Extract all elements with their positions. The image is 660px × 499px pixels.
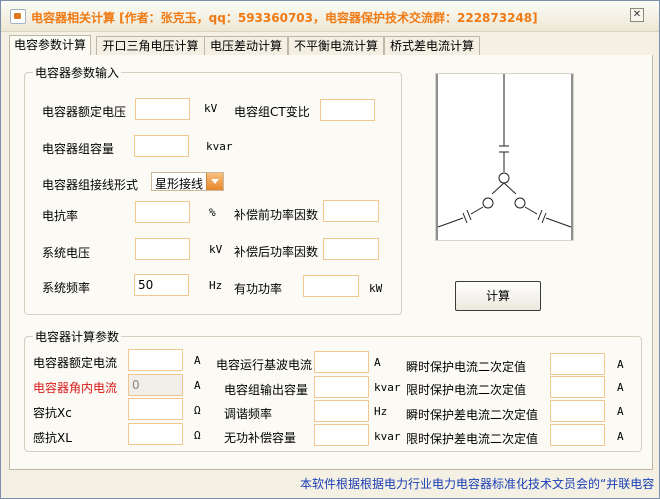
scrolling-notice: 本软件根据根据电力行业电力电容器标准化技术文员会的“并联电容	[300, 477, 655, 491]
timed-current-setting-label: 限时保护电流二次定值	[406, 383, 527, 397]
capacity-label: 电容器组容量	[42, 142, 115, 156]
xc-label: 容抗Xc	[33, 406, 72, 420]
inst-diff-setting-label: 瞬时保护差电流二次定值	[406, 408, 539, 422]
ct-ratio-input[interactable]	[320, 99, 375, 121]
xc-output[interactable]	[128, 398, 183, 420]
close-button[interactable]: ✕	[630, 8, 644, 22]
angle-current-unit: A	[194, 379, 201, 392]
angle-current-label: 电容器角内电流	[33, 381, 118, 395]
system-freq-unit: Hz	[209, 279, 223, 292]
system-voltage-input[interactable]	[135, 238, 190, 260]
pf-before-label: 补偿前功率因数	[234, 208, 319, 222]
pf-after-label: 补偿后功率因数	[234, 245, 319, 259]
tab-capacitor-params[interactable]: 电容参数计算	[9, 35, 91, 56]
rated-voltage-input[interactable]	[135, 98, 190, 120]
tuning-freq-output[interactable]	[314, 400, 369, 422]
reactance-rate-input[interactable]	[135, 201, 190, 223]
output-capacity-label: 电容组输出容量	[224, 383, 309, 397]
reactance-rate-unit: %	[209, 206, 216, 219]
fundamental-current-label: 电容运行基波电流	[216, 358, 313, 372]
rated-current-output[interactable]	[128, 349, 183, 371]
active-power-label: 有功功率	[234, 282, 283, 296]
timed-current-setting-output[interactable]	[550, 376, 605, 398]
app-icon	[10, 9, 26, 24]
reactance-rate-label: 电抗率	[42, 209, 79, 223]
wiring-diagram	[435, 73, 574, 241]
timed-diff-setting-label: 限时保护差电流二次定值	[406, 432, 539, 446]
active-power-input[interactable]	[303, 275, 359, 297]
close-icon: ✕	[632, 9, 642, 20]
inst-diff-setting-unit: A	[617, 405, 624, 418]
tab-unbalanced-current[interactable]: 不平衡电流计算	[288, 36, 384, 55]
reactive-comp-output[interactable]	[314, 424, 369, 446]
timed-diff-setting-output[interactable]	[550, 424, 605, 446]
pf-before-input[interactable]	[323, 200, 379, 222]
fundamental-current-output[interactable]	[314, 351, 369, 373]
tuning-freq-label: 调谐频率	[224, 407, 273, 421]
tab-bar: 电容参数计算 开口三角电压计算 电压差动计算 不平衡电流计算 桥式差电流计算	[9, 35, 649, 56]
tuning-freq-unit: Hz	[374, 405, 388, 418]
system-voltage-unit: kV	[209, 243, 223, 256]
chevron-down-icon[interactable]	[206, 173, 223, 190]
rated-current-label: 电容器额定电流	[33, 356, 118, 370]
rated-voltage-label: 电容器额定电压	[42, 105, 127, 119]
capacity-input[interactable]	[134, 135, 189, 157]
system-freq-label: 系统频率	[42, 281, 91, 295]
xl-output[interactable]	[128, 423, 183, 445]
tab-open-delta-voltage[interactable]: 开口三角电压计算	[96, 36, 205, 55]
pf-after-input[interactable]	[323, 238, 379, 260]
title-bar[interactable]: 电容器相关计算 [作者：张克玉，qq：593360703，电容器保护技术交流群：…	[1, 1, 659, 32]
wiring-label: 电容器组接线形式	[42, 178, 139, 192]
inst-current-setting-output[interactable]	[550, 353, 605, 375]
xl-label: 感抗XL	[33, 431, 72, 445]
active-power-unit: kW	[369, 282, 383, 295]
rated-current-unit: A	[194, 354, 201, 367]
inst-current-setting-label: 瞬时保护电流二次定值	[406, 360, 527, 374]
inst-diff-setting-output[interactable]	[550, 400, 605, 422]
angle-current-output[interactable]: 0	[128, 374, 183, 396]
app-window: 电容器相关计算 [作者：张克玉，qq：593360703，电容器保护技术交流群：…	[0, 0, 660, 499]
wiring-select-value: 星形接线	[155, 177, 204, 191]
timed-current-setting-unit: A	[617, 381, 624, 394]
tab-voltage-differential[interactable]: 电压差动计算	[204, 36, 288, 55]
reactive-comp-label: 无功补偿容量	[224, 431, 297, 445]
system-voltage-label: 系统电压	[42, 246, 91, 260]
input-group-title: 电容器参数输入	[33, 64, 122, 81]
window-title: 电容器相关计算 [作者：张克玉，qq：593360703，电容器保护技术交流群：…	[31, 11, 538, 25]
system-freq-input[interactable]: 50	[134, 274, 189, 296]
fundamental-current-unit: A	[374, 356, 381, 369]
reactive-comp-unit: kvar	[374, 430, 401, 443]
wiring-select[interactable]: 星形接线	[151, 172, 224, 191]
capacity-unit: kvar	[206, 140, 233, 153]
tab-bridge-diff-current[interactable]: 桥式差电流计算	[384, 36, 480, 55]
output-capacity-unit: kvar	[374, 381, 401, 394]
star-capacitor-diagram	[436, 74, 573, 240]
xc-unit: Ω	[194, 404, 201, 417]
ct-ratio-label: 电容组CT变比	[234, 105, 310, 119]
output-capacity-output[interactable]	[314, 376, 369, 398]
timed-diff-setting-unit: A	[617, 430, 624, 443]
rated-voltage-unit: kV	[204, 102, 218, 115]
xl-unit: Ω	[194, 429, 201, 442]
output-group-title: 电容器计算参数	[33, 328, 122, 345]
inst-current-setting-unit: A	[617, 358, 624, 371]
calculate-button[interactable]: 计算	[455, 281, 541, 311]
